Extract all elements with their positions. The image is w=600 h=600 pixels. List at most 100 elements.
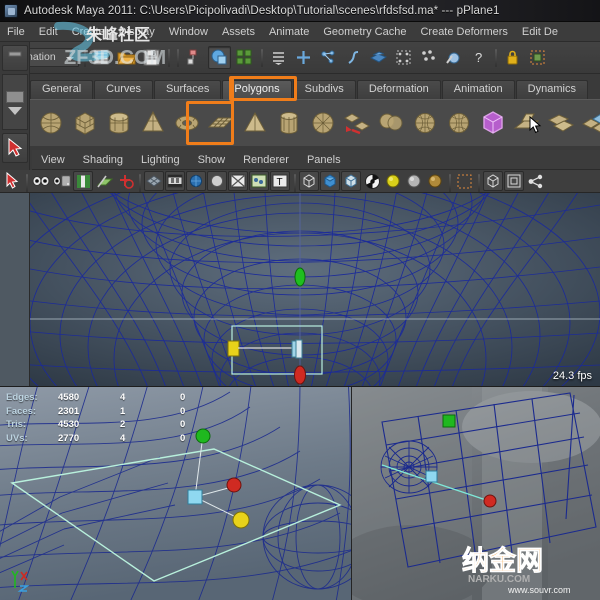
toolbox-strip[interactable] <box>1 74 28 130</box>
panel-menu-panels[interactable]: Panels <box>298 150 350 170</box>
wireframe-icon[interactable] <box>299 171 319 191</box>
render-view-icon[interactable] <box>417 46 440 69</box>
ipr-render-icon[interactable] <box>442 46 465 69</box>
shelf-tab-deformation[interactable]: Deformation <box>356 80 441 99</box>
polygon-cone-icon[interactable] <box>136 104 170 142</box>
toolbar-separator-3[interactable] <box>174 47 181 69</box>
selection-mask-icon[interactable] <box>526 46 549 69</box>
polygon-helix-icon[interactable] <box>306 104 340 142</box>
shelf-tab-dynamics[interactable]: Dynamics <box>515 80 588 99</box>
xray-toggle-icon[interactable] <box>425 171 445 191</box>
menu-animate[interactable]: Animate <box>262 22 316 42</box>
perspective-viewport[interactable]: 24.3 fps <box>0 193 600 386</box>
lock-camera-icon[interactable] <box>31 171 51 191</box>
shelf-tab-curves[interactable]: Curves <box>94 80 153 99</box>
wedge-face-icon[interactable] <box>578 104 600 142</box>
viewport-horizontal-divider[interactable] <box>0 386 600 387</box>
polygon-sphere-icon[interactable] <box>34 104 68 142</box>
persp-detail-viewport[interactable]: Edges: 4580 4 0 Faces: 2301 1 0 Tris: 45… <box>0 387 351 600</box>
separate-icon[interactable] <box>374 104 408 142</box>
image-plane-icon[interactable] <box>94 171 114 191</box>
menu-edit[interactable]: Edit <box>32 22 65 42</box>
panel-menu-renderer[interactable]: Renderer <box>234 150 298 170</box>
vp-sep-2[interactable] <box>136 172 143 192</box>
safe-title-icon[interactable] <box>249 171 269 191</box>
hud-label-faces: Faces: <box>6 405 37 417</box>
bookmark-icon[interactable] <box>73 171 93 191</box>
polygon-prism-icon[interactable] <box>272 104 306 142</box>
select-component-icon[interactable] <box>233 46 256 69</box>
vp-sep-1[interactable] <box>23 172 30 192</box>
shelf-tab-animation[interactable]: Animation <box>441 80 515 99</box>
panel-menu-view[interactable]: View <box>32 150 74 170</box>
snap-curve-icon[interactable] <box>292 46 315 69</box>
resolution-gate-icon[interactable] <box>186 171 206 191</box>
menu-display[interactable]: Display <box>112 22 162 42</box>
viewport-vertical-divider[interactable] <box>351 387 352 600</box>
snap-point-icon[interactable] <box>317 46 340 69</box>
menu-edit-deformers[interactable]: Edit De <box>515 22 565 42</box>
film-gate-icon[interactable] <box>165 171 185 191</box>
panel-menu-lighting[interactable]: Lighting <box>132 150 189 170</box>
camera-attributes-icon[interactable] <box>52 171 72 191</box>
menu-file[interactable]: File <box>0 22 32 42</box>
panel-menu-shading[interactable]: Shading <box>74 150 132 170</box>
help-icon[interactable]: ? <box>467 46 490 69</box>
smooth-proxy-icon[interactable] <box>476 104 510 142</box>
save-scene-icon[interactable] <box>140 46 163 69</box>
textured-viewport[interactable] <box>352 387 600 600</box>
menu-create-deformers[interactable]: Create Deformers <box>413 22 514 42</box>
extrude-icon[interactable] <box>510 104 544 142</box>
shade-options-icon[interactable] <box>362 171 382 191</box>
combine-icon[interactable] <box>340 104 374 142</box>
vp-sep-5[interactable] <box>475 172 482 192</box>
booleans-icon[interactable] <box>408 104 442 142</box>
select-tool-icon[interactable] <box>1 133 28 163</box>
snap-plane-icon[interactable] <box>342 46 365 69</box>
polygon-cube-icon[interactable] <box>68 104 102 142</box>
exposure-icon[interactable]: T <box>270 171 290 191</box>
hypershade-icon[interactable] <box>525 171 545 191</box>
smooth-icon[interactable] <box>442 104 476 142</box>
smooth-shade-selected-icon[interactable] <box>341 171 361 191</box>
polygon-cylinder-icon[interactable] <box>102 104 136 142</box>
shelf-tab-surfaces[interactable]: Surfaces <box>153 80 222 99</box>
polygon-plane-icon[interactable] <box>204 104 238 142</box>
safe-action-icon[interactable] <box>228 171 248 191</box>
panel-layout-icon[interactable] <box>504 171 524 191</box>
shelf-tab-subdivs[interactable]: Subdivs <box>292 80 356 99</box>
select-object-icon[interactable] <box>208 46 231 69</box>
menu-geometry-cache[interactable]: Geometry Cache <box>316 22 413 42</box>
toolbar-separator-4[interactable] <box>258 47 265 69</box>
make-live-icon[interactable] <box>392 46 415 69</box>
select-camera-icon[interactable] <box>2 171 22 191</box>
twopointthree-icon[interactable] <box>115 171 135 191</box>
menu-assets[interactable]: Assets <box>215 22 262 42</box>
vp-sep-3[interactable] <box>291 172 298 192</box>
toolbar-separator-5[interactable] <box>492 47 499 69</box>
toolbar-separator-2[interactable] <box>165 47 172 69</box>
menu-create[interactable]: Create <box>65 22 112 42</box>
polygon-pyramid-icon[interactable] <box>238 104 272 142</box>
shadows-toggle-icon[interactable] <box>404 171 424 191</box>
new-scene-icon[interactable] <box>90 46 113 69</box>
menu-window[interactable]: Window <box>162 22 215 42</box>
vp-sep-4[interactable] <box>446 172 453 192</box>
isolate-select-icon[interactable] <box>454 171 474 191</box>
field-chart-icon[interactable] <box>207 171 227 191</box>
grid-toggle-icon[interactable] <box>144 171 164 191</box>
polygon-torus-icon[interactable] <box>170 104 204 142</box>
smooth-shade-all-icon[interactable] <box>320 171 340 191</box>
toolbar-separator-1[interactable] <box>81 47 88 69</box>
bevel-icon[interactable] <box>544 104 578 142</box>
shelf-tab-general[interactable]: General <box>30 80 94 99</box>
snap-grid-icon[interactable] <box>267 46 290 69</box>
display-render-icon[interactable] <box>483 171 503 191</box>
panel-menu-show[interactable]: Show <box>189 150 235 170</box>
lock-icon[interactable] <box>501 46 524 69</box>
lights-toggle-icon[interactable] <box>383 171 403 191</box>
open-scene-icon[interactable] <box>115 46 138 69</box>
construction-plane-icon[interactable] <box>367 46 390 69</box>
select-hierarchy-icon[interactable] <box>183 46 206 69</box>
toolbox-item-0[interactable] <box>1 45 28 71</box>
